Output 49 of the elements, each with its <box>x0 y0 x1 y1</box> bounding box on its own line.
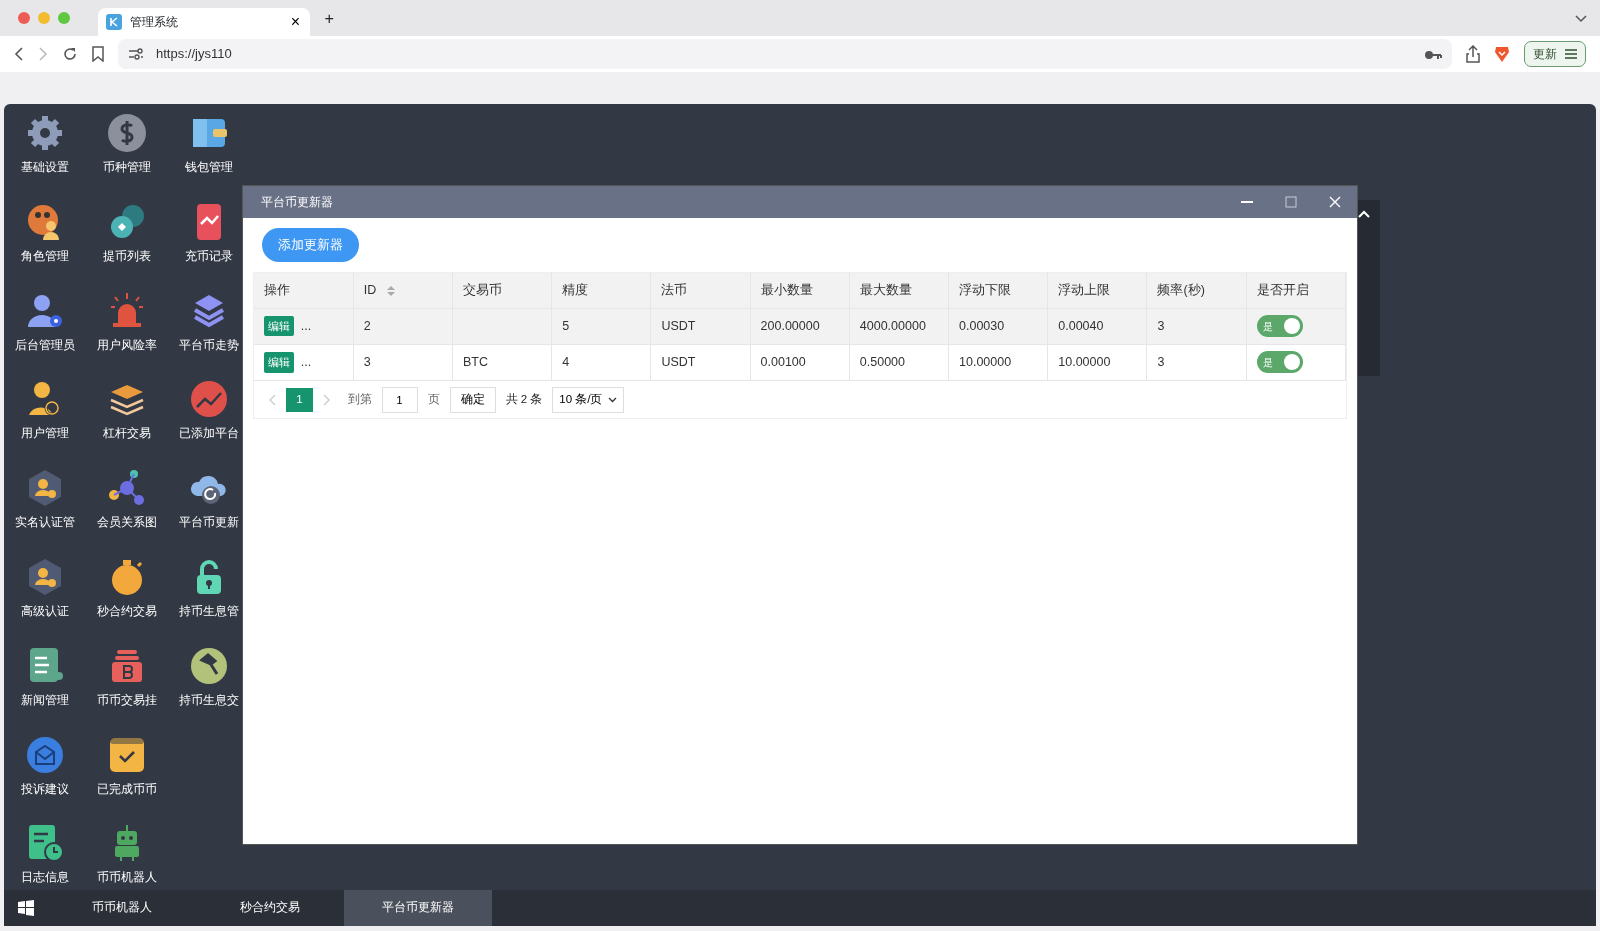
table-cell: 4000.00000 <box>859 318 926 333</box>
table-cell: 3 <box>1157 354 1165 369</box>
table-cell: 10.00000 <box>959 354 1012 369</box>
new-tab-button[interactable]: + <box>324 5 334 31</box>
page-input[interactable]: 1 <box>381 386 418 413</box>
taskbar-item[interactable]: 币币机器人 <box>48 890 196 926</box>
window-title: 平台币更新器 <box>261 194 333 211</box>
table-cell: 4 <box>562 354 570 369</box>
table-cell: BTC <box>462 354 488 369</box>
column-header: 最小数量 <box>760 282 813 297</box>
table-cell: 3 <box>1157 318 1165 333</box>
column-header: 最大数量 <box>859 282 912 297</box>
table-cell: 5 <box>562 318 570 333</box>
table-cell: 3 <box>363 354 371 369</box>
url-text[interactable]: https://jys110 <box>156 44 232 64</box>
taskbar-item[interactable]: 平台币更新器 <box>344 890 492 926</box>
table-cell: 0.00040 <box>1058 318 1104 333</box>
edit-button[interactable]: 编辑 <box>264 315 294 337</box>
edit-button[interactable]: 编辑 <box>264 352 294 373</box>
more-button[interactable]: ... <box>300 318 312 333</box>
page-size-select[interactable]: 10 条/页 <box>552 386 625 413</box>
taskbar-item[interactable]: 秒合约交易 <box>196 890 344 926</box>
table-cell: 0.00030 <box>959 318 1005 333</box>
table-cell: 0.00100 <box>760 354 806 369</box>
column-header: 是否开启 <box>1256 282 1309 297</box>
table-cell: 0.50000 <box>859 354 905 369</box>
page-unit-label: 页 <box>427 391 440 407</box>
tab-title: 管理系统 <box>130 14 178 31</box>
column-header: 频率(秒) <box>1157 282 1205 297</box>
goto-label: 到第 <box>347 391 372 407</box>
column-header: 浮动上限 <box>1058 282 1111 297</box>
table-cell: 2 <box>363 318 371 333</box>
update-button[interactable]: 更新 <box>1524 41 1586 67</box>
column-header: ID <box>363 282 377 297</box>
table-cell: USDT <box>661 354 696 369</box>
column-header: 精度 <box>562 282 589 297</box>
total-count: 共 2 条 <box>505 391 543 407</box>
more-button[interactable]: ... <box>300 355 312 369</box>
table-cell: 200.00000 <box>760 318 820 333</box>
table-cell: 10.00000 <box>1058 354 1111 369</box>
column-header: 浮动下限 <box>959 282 1012 297</box>
tab-close-button[interactable]: × <box>288 14 302 30</box>
browser-tab[interactable]: 管理系统 × <box>98 8 310 36</box>
column-header: 法币 <box>661 282 688 297</box>
table-cell: USDT <box>661 318 696 333</box>
column-header: 操作 <box>264 282 290 297</box>
confirm-button[interactable]: 确定 <box>449 386 496 413</box>
column-header: 交易币 <box>462 282 502 297</box>
page-number-button[interactable]: 1 <box>286 387 313 412</box>
